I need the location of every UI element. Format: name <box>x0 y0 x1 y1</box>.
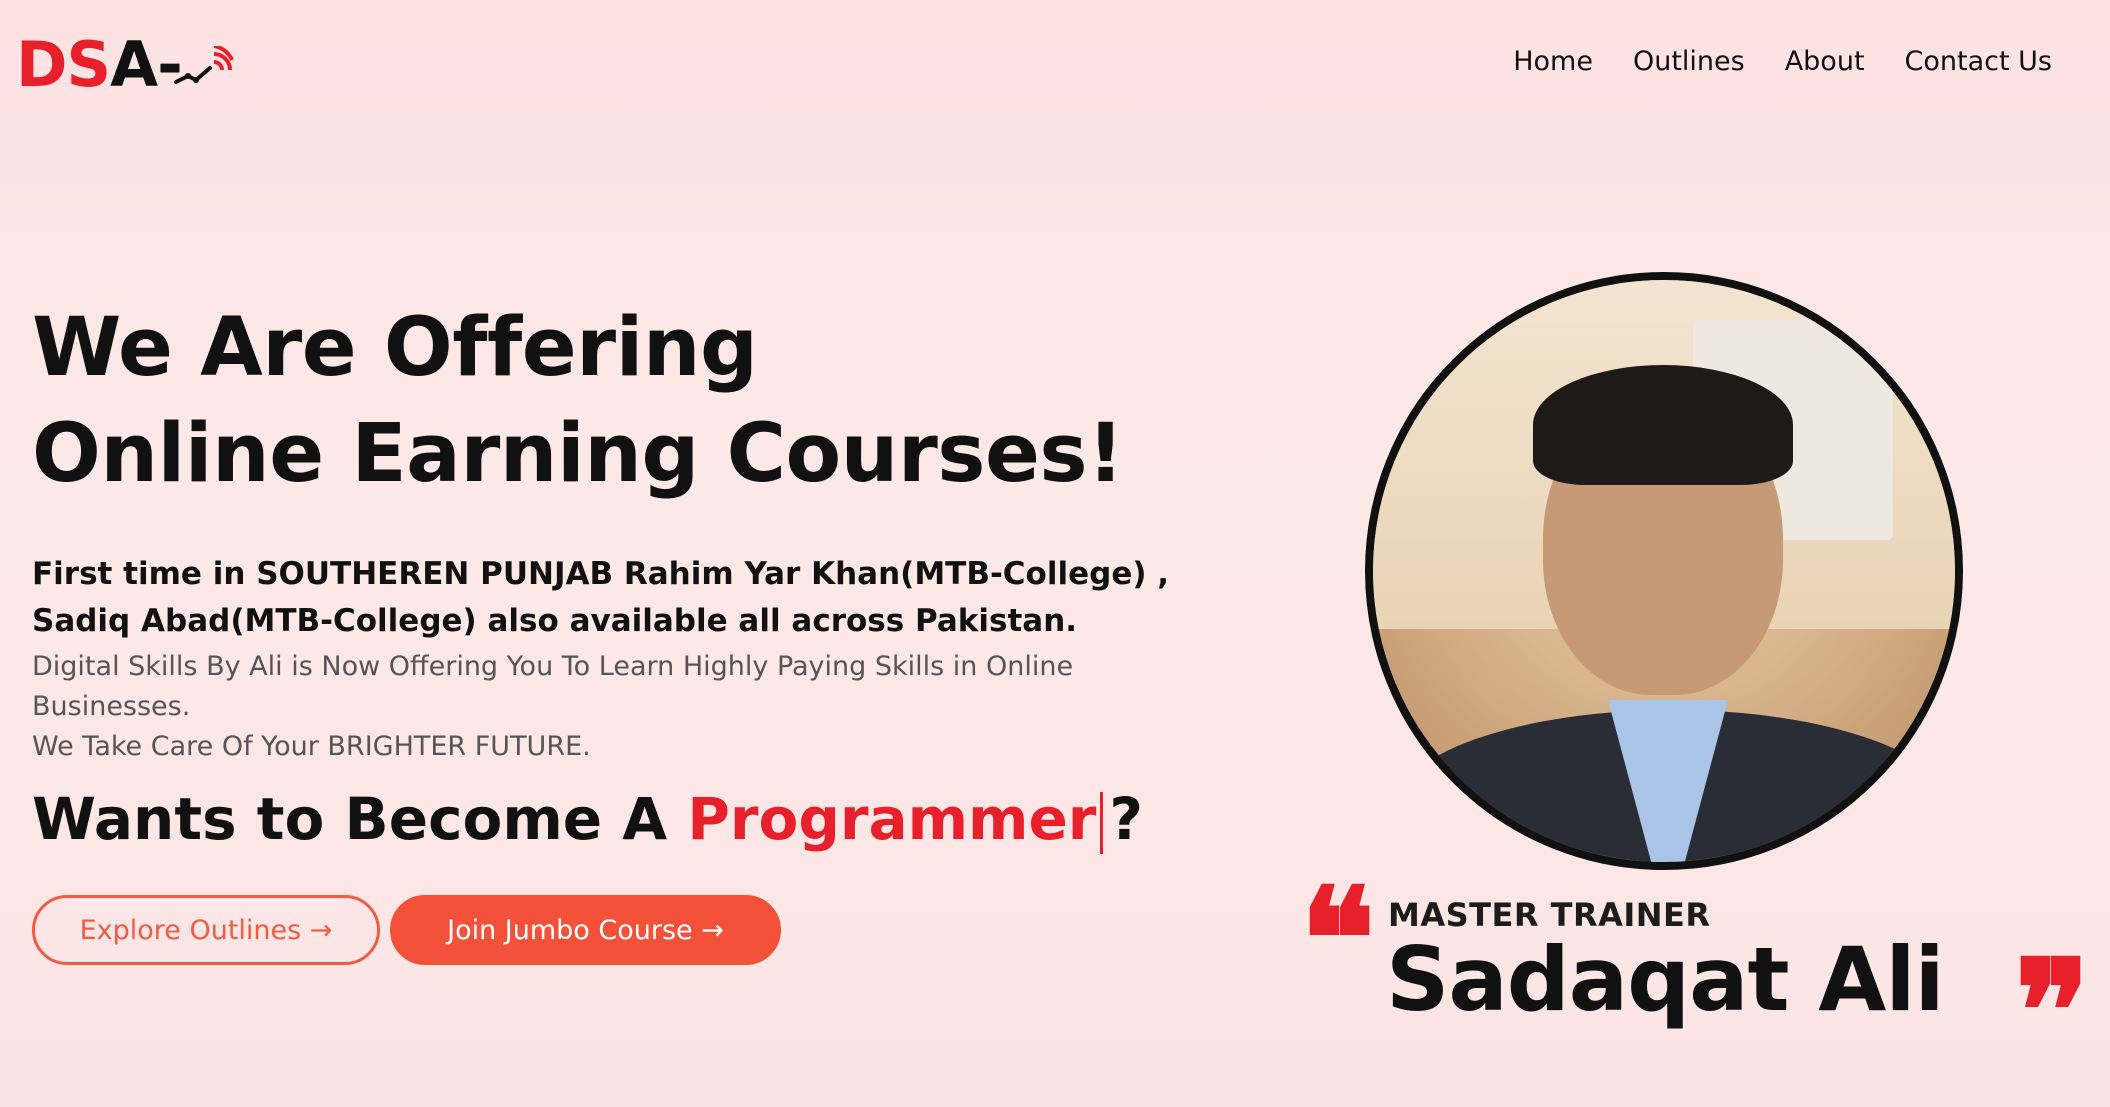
typing-word: Programmer <box>687 785 1097 853</box>
logo[interactable]: DSA- <box>16 34 234 96</box>
signal-graph-icon <box>174 46 234 84</box>
typing-cursor <box>1100 791 1104 854</box>
trainer-photo <box>1365 272 1963 870</box>
photo-hair <box>1533 365 1793 485</box>
nav-contact[interactable]: Contact Us <box>1905 46 2052 77</box>
hero-desc-line2: Businesses. <box>32 691 191 722</box>
typing-suffix: ? <box>1109 785 1144 853</box>
hero-section: We Are Offering Online Earning Courses! … <box>32 295 1182 859</box>
nav-about[interactable]: About <box>1785 46 1865 77</box>
quote-close-icon: ❞ <box>2014 930 2090 1094</box>
quote-open-icon: ❝ <box>1300 858 1376 1022</box>
typing-prefix: Wants to Become A <box>32 785 688 853</box>
site-header: DSA- Home Outlines About Contact Us <box>0 0 2110 130</box>
hero-desc-line3: We Take Care Of Your BRIGHTER FUTURE. <box>32 731 591 762</box>
hero-actions: Explore Outlines → Join Jumbo Course → <box>32 895 781 965</box>
nav-home[interactable]: Home <box>1513 46 1593 77</box>
hero-highlight-line2: Sadiq Abad(MTB-College) also available a… <box>32 603 1078 639</box>
main-nav: Home Outlines About Contact Us <box>1513 46 2052 77</box>
explore-outlines-button[interactable]: Explore Outlines → <box>32 895 380 965</box>
hero-highlight-line1: First time in SOUTHEREN PUNJAB Rahim Yar… <box>32 556 1170 592</box>
trainer-caption: ❝ MASTER TRAINER Sadaqat Ali ❞ <box>1300 858 2090 1082</box>
hero-title-line1: We Are Offering <box>32 301 758 395</box>
hero-title-line2: Online Earning Courses! <box>32 407 1124 501</box>
hero-title: We Are Offering Online Earning Courses! <box>32 295 1182 507</box>
logo-text-ds: DS <box>16 28 111 101</box>
trainer-name: Sadaqat Ali <box>1386 928 1945 1031</box>
hero-highlight: First time in SOUTHEREN PUNJAB Rahim Yar… <box>32 551 1182 645</box>
nav-outlines[interactable]: Outlines <box>1633 46 1745 77</box>
typing-headline: Wants to Become A Programmer? <box>32 779 1182 859</box>
join-jumbo-course-button[interactable]: Join Jumbo Course → <box>390 895 781 965</box>
logo-text-a: A- <box>110 28 183 101</box>
hero-description: Digital Skills By Ali is Now Offering Yo… <box>32 647 1182 767</box>
hero-desc-line1: Digital Skills By Ali is Now Offering Yo… <box>32 651 1074 682</box>
